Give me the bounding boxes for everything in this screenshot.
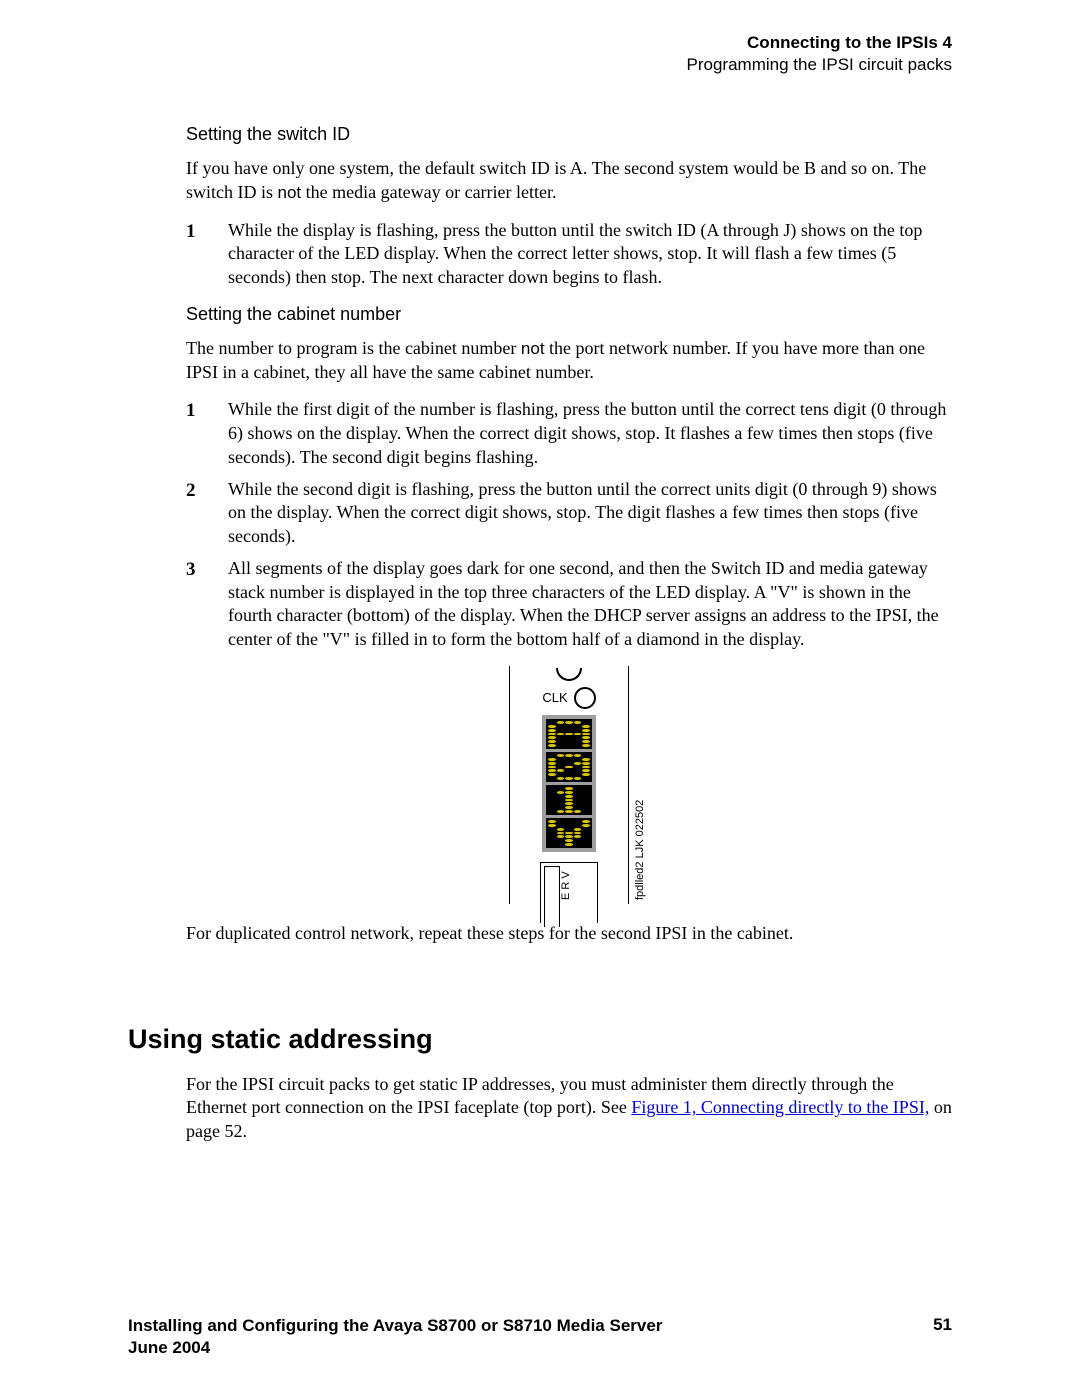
figure-code: fpdlled2 LJK 022502 xyxy=(634,800,646,900)
clk-row: CLK xyxy=(510,687,628,709)
page-number: 51 xyxy=(933,1315,952,1359)
running-header: Connecting to the IPSIs 4 Programming th… xyxy=(128,32,952,76)
para-static-addressing: For the IPSI circuit packs to get static… xyxy=(186,1073,952,1144)
section-static-addressing: For the IPSI circuit packs to get static… xyxy=(186,1073,952,1144)
led-panel xyxy=(542,715,596,852)
clk-led-icon xyxy=(574,687,596,709)
step-number: 3 xyxy=(186,557,228,652)
footer-title: Installing and Configuring the Avaya S87… xyxy=(128,1316,662,1335)
footer-date: June 2004 xyxy=(128,1338,210,1357)
footer-left: Installing and Configuring the Avaya S87… xyxy=(128,1315,662,1359)
faceplate-diagram: CLK E R V fpdlled2 LJK 022502 xyxy=(509,666,629,904)
step-number: 1 xyxy=(186,219,228,290)
clk-label: CLK xyxy=(542,690,567,705)
section-switch-id: Setting the switch ID If you have only o… xyxy=(186,124,952,946)
after-figure-note: For duplicated control network, repeat t… xyxy=(186,922,952,946)
steps-cabinet-number: 1 While the first digit of the number is… xyxy=(186,398,952,652)
led-char-v xyxy=(546,818,592,848)
step-text: All segments of the display goes dark fo… xyxy=(228,557,952,652)
step-number: 1 xyxy=(186,398,228,469)
step-item: 2 While the second digit is flashing, pr… xyxy=(186,478,952,549)
header-section: Programming the IPSI circuit packs xyxy=(128,54,952,76)
step-number: 2 xyxy=(186,478,228,549)
header-chapter: Connecting to the IPSIs 4 xyxy=(128,32,952,54)
step-text: While the first digit of the number is f… xyxy=(228,398,952,469)
step-text: While the display is flashing, press the… xyxy=(228,219,952,290)
not-emphasis: not xyxy=(278,183,302,202)
steps-switch-id: 1 While the display is flashing, press t… xyxy=(186,219,952,290)
figure-led-faceplate: CLK E R V fpdlled2 LJK 022502 xyxy=(186,666,952,904)
led-char-a xyxy=(546,719,592,749)
step-text: While the second digit is flashing, pres… xyxy=(228,478,952,549)
text: the media gateway or carrier letter. xyxy=(301,182,556,202)
heading-cabinet-number: Setting the cabinet number xyxy=(186,304,952,325)
text: The number to program is the cabinet num… xyxy=(186,338,521,358)
vertical-label-inner: E R V xyxy=(560,871,572,900)
led-top-icon xyxy=(556,668,582,681)
lower-box-inner xyxy=(544,866,560,927)
intro-switch-id: If you have only one system, the default… xyxy=(186,157,952,205)
heading-static-addressing: Using static addressing xyxy=(128,1024,952,1055)
step-item: 1 While the display is flashing, press t… xyxy=(186,219,952,290)
led-char-0 xyxy=(546,752,592,782)
intro-cabinet-number: The number to program is the cabinet num… xyxy=(186,337,952,385)
step-item: 1 While the first digit of the number is… xyxy=(186,398,952,469)
page-footer: Installing and Configuring the Avaya S87… xyxy=(128,1315,952,1359)
heading-switch-id: Setting the switch ID xyxy=(186,124,952,145)
step-item: 3 All segments of the display goes dark … xyxy=(186,557,952,652)
figure-1-link[interactable]: Figure 1, Connecting directly to the IPS… xyxy=(631,1097,929,1117)
led-char-1 xyxy=(546,785,592,815)
not-emphasis: not xyxy=(521,339,545,358)
document-page: Connecting to the IPSIs 4 Programming th… xyxy=(0,0,1080,1397)
